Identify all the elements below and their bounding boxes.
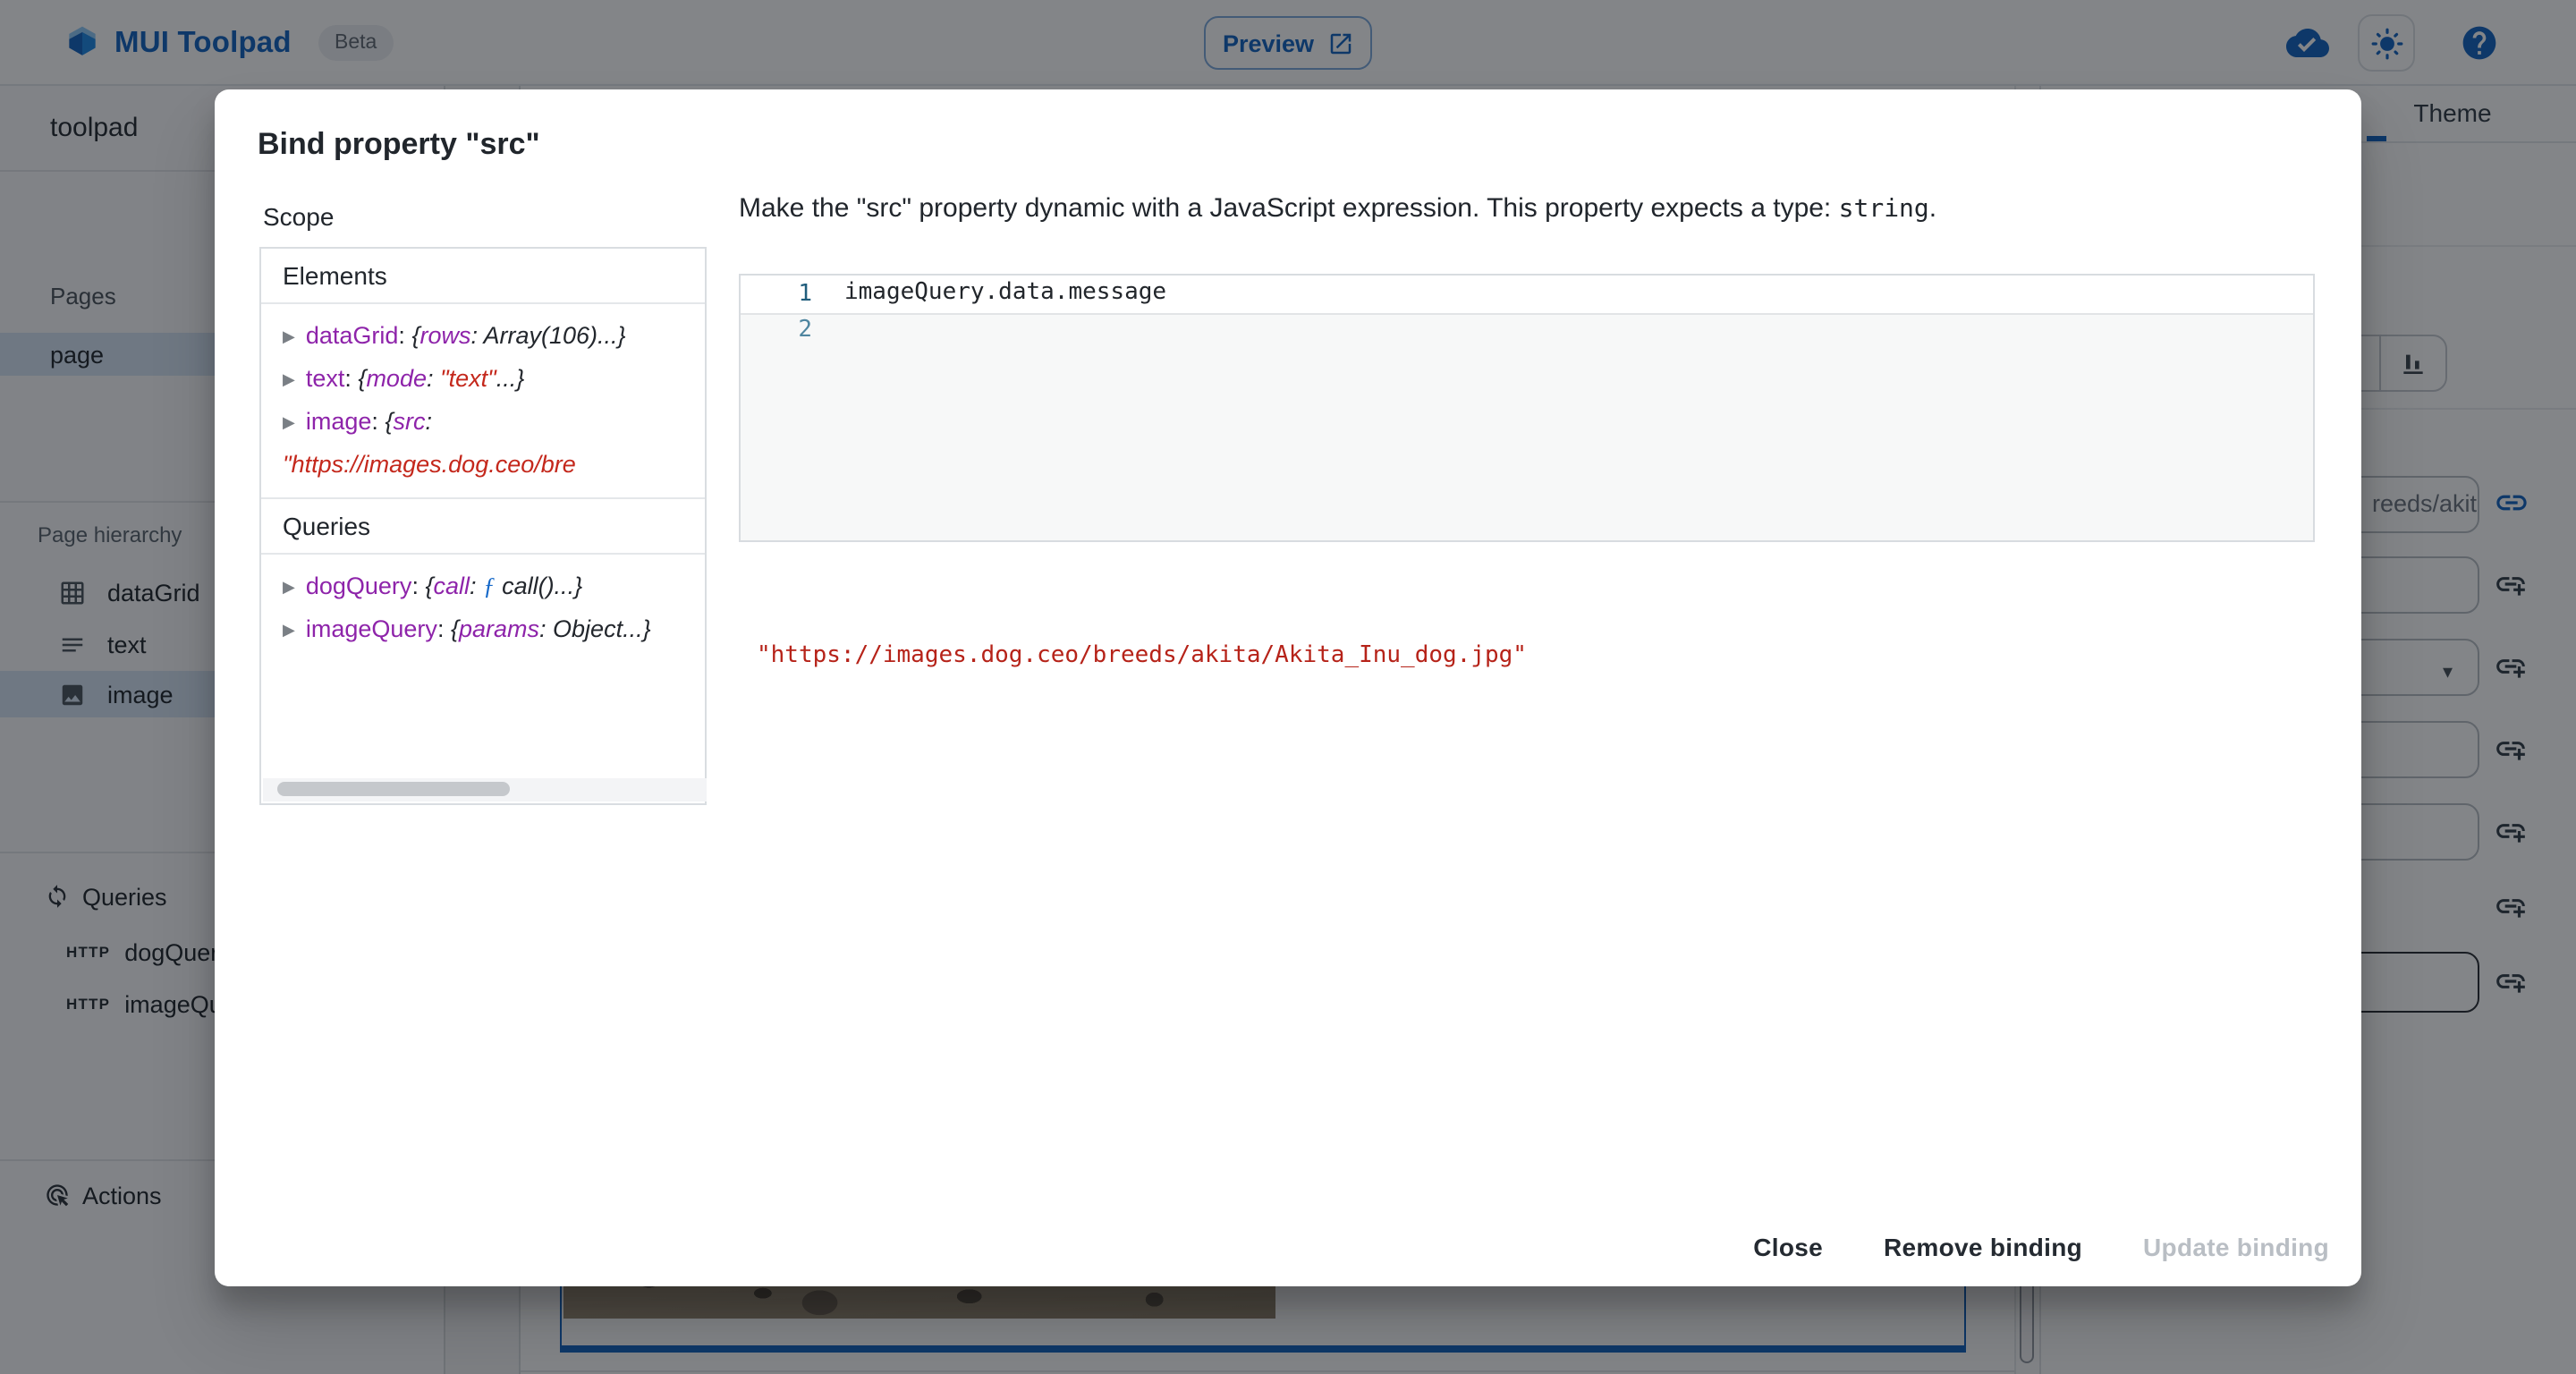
- dialog-title: Bind property "src": [258, 127, 540, 163]
- scope-panel: Elements ▶dataGrid: {rows: Array(106)...…: [259, 247, 707, 805]
- scope-tree-row[interactable]: ▶imageQuery: {params: Object...}: [283, 608, 683, 651]
- line-number: 1: [741, 281, 812, 308]
- js-expression-editor[interactable]: 1 2 imageQuery.data.message: [739, 274, 2315, 542]
- line-number: 2: [741, 317, 812, 344]
- expander-icon[interactable]: ▶: [283, 327, 295, 345]
- scope-tree-row[interactable]: ▶dataGrid: {rows: Array(106)...}: [283, 315, 683, 358]
- elements-header: Elements: [261, 249, 705, 304]
- close-button[interactable]: Close: [1753, 1233, 1823, 1261]
- binding-result-preview: "https://images.dog.ceo/breeds/akita/Aki…: [757, 642, 1527, 669]
- dialog-description: Make the "src" property dynamic with a J…: [739, 193, 1936, 224]
- expander-icon[interactable]: ▶: [283, 621, 295, 639]
- editor-code[interactable]: imageQuery.data.message: [844, 279, 1166, 306]
- dialog-footer: Close Remove binding Update binding: [215, 1220, 2329, 1274]
- expander-icon[interactable]: ▶: [283, 413, 295, 431]
- expander-icon[interactable]: ▶: [283, 578, 295, 596]
- scope-tree-row[interactable]: ▶image: {src: "https://images.dog.ceo/br…: [283, 401, 683, 487]
- bind-property-dialog: Bind property "src" Scope Elements ▶data…: [215, 89, 2361, 1286]
- scope-scrollbar-thumb[interactable]: [277, 782, 510, 796]
- expander-icon[interactable]: ▶: [283, 370, 295, 388]
- elements-tree: ▶dataGrid: {rows: Array(106)...}▶text: {…: [261, 304, 705, 497]
- scope-label: Scope: [263, 202, 334, 231]
- remove-binding-button[interactable]: Remove binding: [1884, 1233, 2082, 1261]
- expected-type: string: [1839, 195, 1929, 224]
- scope-tree-row[interactable]: ▶text: {mode: "text"...}: [283, 358, 683, 401]
- queries-header: Queries: [261, 499, 705, 555]
- update-binding-button[interactable]: Update binding: [2143, 1233, 2329, 1261]
- scope-scrollbar-track[interactable]: [263, 778, 707, 802]
- scope-tree-row[interactable]: ▶dogQuery: {call: ƒ call()...}: [283, 565, 683, 608]
- queries-tree: ▶dogQuery: {call: ƒ call()...}▶imageQuer…: [261, 555, 705, 662]
